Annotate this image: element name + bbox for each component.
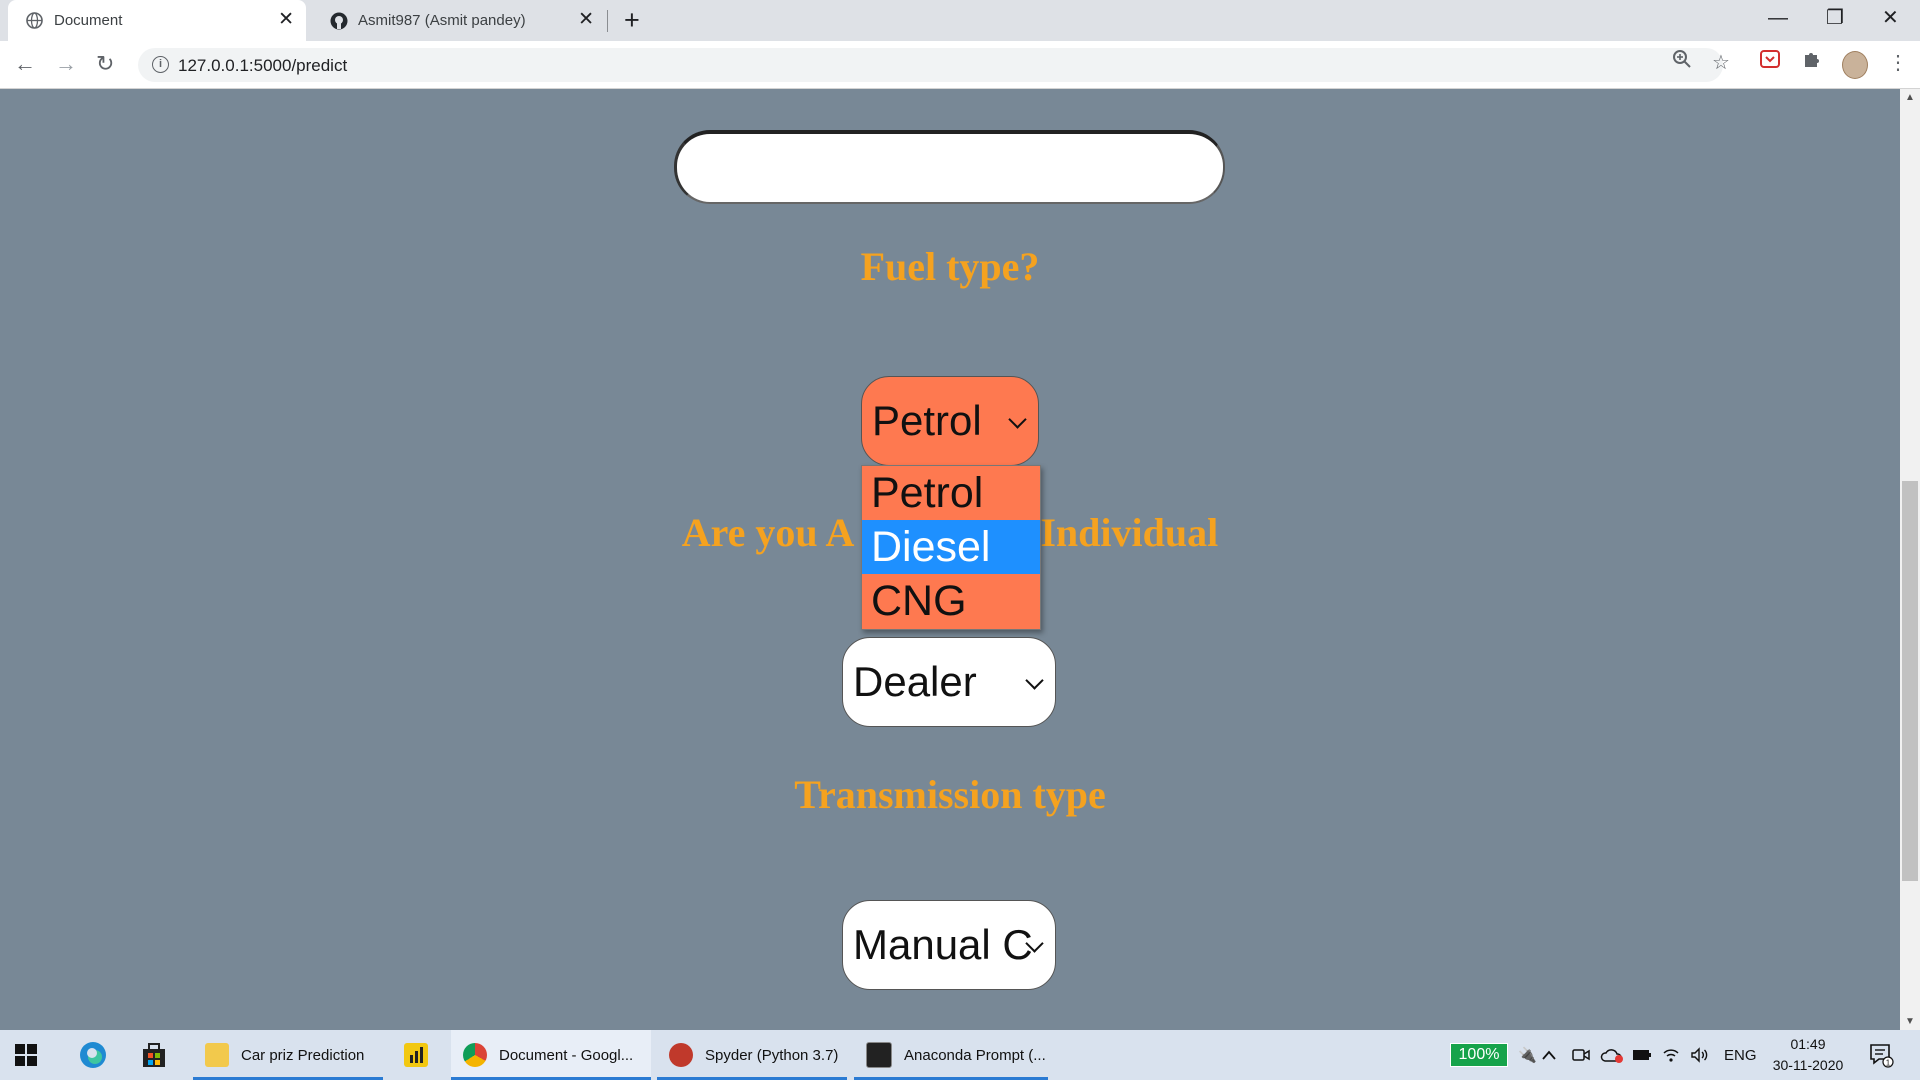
battery-icon[interactable] — [1632, 1030, 1652, 1080]
browser-toolbar: ← → ↻ i 127.0.0.1:5000/predict ☆ ⋮ — [0, 41, 1920, 89]
tab-document[interactable]: Document ✕ — [8, 0, 306, 41]
taskbar-app-anaconda[interactable]: Anaconda Prompt (... — [854, 1030, 1048, 1080]
clock-date: 30-11-2020 — [1772, 1057, 1844, 1073]
chrome-icon — [463, 1043, 487, 1067]
scroll-thumb[interactable] — [1902, 481, 1918, 881]
avatar[interactable] — [1842, 51, 1868, 79]
edge-icon[interactable] — [78, 1030, 108, 1080]
info-icon[interactable]: i — [152, 56, 169, 73]
close-tab-icon[interactable]: ✕ — [578, 9, 594, 31]
spyder-icon — [669, 1043, 693, 1067]
tab-title: Document — [54, 12, 123, 29]
windows-taskbar: Car priz Prediction Document - Googl... … — [0, 1030, 1920, 1080]
page-content: Fuel type? Are you A Individual Transmiss… — [0, 89, 1900, 1030]
transmission-type-label: Transmission type — [794, 772, 1106, 817]
forward-icon[interactable]: → — [55, 50, 77, 78]
fuel-selected-value: Petrol — [872, 397, 982, 444]
tab-title: Asmit987 (Asmit pandey) — [358, 12, 526, 29]
notification-count: 1 — [1886, 1059, 1891, 1068]
clock[interactable]: 01:49 30-11-2020 — [1768, 1034, 1848, 1076]
dropdown-option-petrol[interactable]: Petrol — [862, 466, 1040, 520]
chevron-down-icon — [1008, 410, 1027, 429]
fuel-type-label: Fuel type? — [860, 244, 1040, 289]
taskbar-app-chrome[interactable]: Document - Googl... — [451, 1030, 651, 1080]
dropdown-option-diesel[interactable]: Diesel — [862, 520, 1040, 574]
globe-icon — [26, 12, 43, 29]
clock-time: 01:49 — [1790, 1036, 1826, 1052]
taskbar-app-label: Document - Googl... — [499, 1046, 634, 1064]
battery-percentage-badge[interactable]: 100% — [1450, 1043, 1508, 1067]
browser-tab-strip: Document ✕ Asmit987 (Asmit pandey) ✕ + —… — [0, 0, 1920, 41]
chevron-up-icon[interactable] — [1542, 1030, 1556, 1080]
notification-center-icon[interactable]: 1 — [1868, 1030, 1894, 1080]
menu-dots-icon[interactable]: ⋮ — [1888, 49, 1908, 77]
transmission-type-select[interactable]: Manual C — [842, 900, 1056, 990]
transmission-selected-value: Manual C — [853, 921, 1033, 968]
taskbar-app-label: Car priz Prediction — [241, 1046, 365, 1064]
meet-now-icon[interactable] — [1572, 1030, 1590, 1080]
seller-selected-value: Dealer — [853, 658, 977, 705]
fuel-type-select[interactable]: Petrol — [861, 376, 1039, 466]
new-tab-button[interactable]: + — [624, 5, 640, 35]
taskbar-app-folder[interactable]: Car priz Prediction — [193, 1030, 383, 1080]
bookmark-star-icon[interactable]: ☆ — [1712, 49, 1730, 77]
plug-icon: 🔌 — [1518, 1047, 1537, 1064]
github-icon — [330, 12, 348, 30]
dropdown-option-cng[interactable]: CNG — [862, 574, 1040, 628]
language-indicator[interactable]: ENG — [1724, 1030, 1757, 1080]
close-window-button[interactable]: ✕ — [1882, 5, 1899, 31]
powerbi-icon[interactable] — [402, 1030, 430, 1080]
tab-github[interactable]: Asmit987 (Asmit pandey) ✕ — [312, 0, 606, 41]
chevron-down-icon — [1025, 671, 1044, 690]
folder-icon — [205, 1043, 229, 1067]
seller-type-select[interactable]: Dealer — [842, 637, 1056, 727]
close-tab-icon[interactable]: ✕ — [278, 9, 294, 31]
text-input[interactable] — [674, 130, 1225, 204]
seller-label-right: Individual — [1040, 510, 1219, 555]
scroll-up-icon[interactable]: ▲ — [1905, 92, 1915, 103]
scroll-down-icon[interactable]: ▼ — [1905, 1016, 1915, 1027]
seller-label-left: Are you A — [681, 510, 855, 555]
url-text[interactable]: 127.0.0.1:5000/predict — [178, 56, 347, 76]
page-scrollbar[interactable]: ▲ ▼ — [1900, 89, 1920, 1030]
taskbar-app-spyder[interactable]: Spyder (Python 3.7) — [657, 1030, 847, 1080]
windows-icon — [15, 1044, 37, 1066]
taskbar-app-label: Anaconda Prompt (... — [904, 1046, 1046, 1064]
minimize-button[interactable]: — — [1768, 5, 1788, 31]
pocket-extension-icon[interactable] — [1760, 49, 1780, 77]
wifi-icon[interactable] — [1662, 1030, 1680, 1080]
address-bar[interactable]: i 127.0.0.1:5000/predict — [138, 48, 1723, 82]
onedrive-icon[interactable] — [1600, 1030, 1624, 1080]
extensions-puzzle-icon[interactable] — [1802, 49, 1822, 77]
store-icon[interactable] — [140, 1030, 168, 1080]
start-button[interactable] — [14, 1030, 38, 1080]
tab-divider — [607, 10, 608, 32]
reload-icon[interactable]: ↻ — [96, 50, 114, 78]
volume-icon[interactable] — [1690, 1030, 1710, 1080]
fuel-type-dropdown: Petrol Diesel CNG — [861, 465, 1041, 630]
zoom-icon[interactable] — [1672, 49, 1692, 77]
back-icon[interactable]: ← — [14, 50, 36, 78]
terminal-icon — [866, 1042, 892, 1068]
restore-button[interactable]: ❐ — [1826, 5, 1844, 31]
taskbar-app-label: Spyder (Python 3.7) — [705, 1046, 839, 1064]
